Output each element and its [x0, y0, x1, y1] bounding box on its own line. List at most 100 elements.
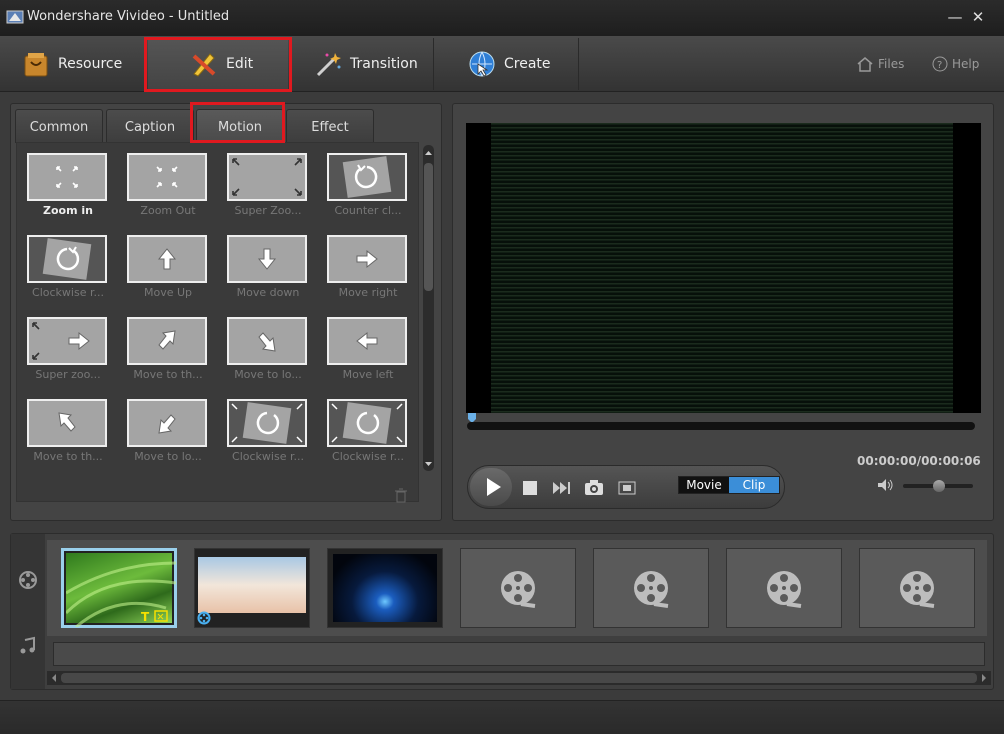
effect-clockwise-rotate-zoom[interactable]: Clockwise r...	[227, 399, 309, 463]
storyboard-horizontal-scrollbar[interactable]	[47, 671, 991, 685]
effect-label: Clockwise r...	[32, 286, 104, 299]
effect-move-left[interactable]: Move left	[327, 317, 409, 381]
preview-mode-toggle: Movie Clip	[678, 476, 780, 494]
tab-edit-label: Edit	[226, 56, 254, 72]
scroll-left-icon[interactable]	[49, 671, 59, 685]
effect-label: Move to lo...	[234, 368, 302, 381]
video-frame	[491, 123, 953, 413]
effect-thumbnail	[327, 235, 407, 283]
effect-move-up[interactable]: Move Up	[127, 235, 209, 299]
tab-transition[interactable]: Transition	[314, 38, 432, 90]
motion-effects-grid: Zoom in Zoom Out Super Zoo... Counter cl…	[16, 142, 419, 502]
effect-label: Zoom in	[43, 204, 93, 217]
effect-label: Counter cl...	[334, 204, 402, 217]
effect-thumbnail	[27, 399, 107, 447]
rotate-icon	[342, 156, 392, 198]
tab-resource[interactable]: Resource	[22, 38, 140, 90]
music-note-icon[interactable]	[18, 636, 38, 656]
corner-arrows-icon	[232, 158, 302, 196]
video-track: T	[47, 540, 987, 636]
empty-clip-slot[interactable]	[460, 548, 576, 628]
trash-icon[interactable]	[394, 487, 408, 503]
minimize-button[interactable]: —	[944, 6, 966, 28]
effect-move-to-lower-left[interactable]: Move to lo...	[127, 399, 209, 463]
subtab-motion[interactable]: Motion	[196, 109, 284, 143]
effect-thumbnail	[227, 235, 307, 283]
tab-create[interactable]: Create	[468, 38, 558, 90]
preview-timeline-slider[interactable]	[467, 422, 975, 430]
fullscreen-icon[interactable]	[618, 480, 636, 496]
film-reel-placeholder-icon	[634, 571, 669, 608]
volume-icon[interactable]	[877, 478, 895, 492]
clip-mode-button[interactable]: Clip	[729, 477, 779, 493]
arrow-right-icon	[356, 249, 378, 269]
clip-image	[198, 557, 306, 613]
effect-label: Move left	[342, 368, 394, 381]
effect-super-zoom[interactable]: Super Zoo...	[227, 153, 309, 217]
next-frame-icon[interactable]	[552, 480, 572, 496]
effect-thumbnail	[127, 235, 207, 283]
camera-icon[interactable]	[584, 479, 604, 496]
scroll-up-icon[interactable]	[423, 148, 434, 158]
subtab-caption[interactable]: Caption	[106, 109, 194, 143]
effect-zoom-out[interactable]: Zoom Out	[127, 153, 209, 217]
effects-scroll-thumb[interactable]	[424, 163, 433, 291]
app-logo-icon	[6, 10, 24, 24]
tab-edit[interactable]: Edit	[148, 38, 288, 90]
play-button[interactable]	[470, 468, 512, 506]
scroll-down-icon[interactable]	[423, 459, 434, 469]
stop-icon[interactable]	[522, 480, 538, 496]
transition-badge-icon	[197, 611, 211, 625]
timecode-display: 00:00:00/00:00:06	[857, 454, 981, 468]
play-icon	[487, 478, 501, 496]
effect-zoom-in[interactable]: Zoom in	[27, 153, 109, 217]
effect-clockwise-rotate-zoom-out[interactable]: Clockwise r...	[327, 399, 409, 463]
effect-label: Clockwise r...	[332, 450, 404, 463]
subtab-effect[interactable]: Effect	[286, 109, 374, 143]
effect-super-zoom-right[interactable]: Super zoo...	[27, 317, 109, 381]
empty-clip-slot[interactable]	[593, 548, 709, 628]
volume-slider[interactable]	[903, 480, 973, 492]
pencil-ruler-icon	[192, 53, 216, 77]
volume-slider-knob[interactable]	[933, 480, 945, 492]
preview-screen	[466, 123, 981, 413]
effect-thumbnail	[127, 317, 207, 365]
effect-label: Move right	[338, 286, 398, 299]
empty-clip-slot[interactable]	[859, 548, 975, 628]
effect-move-right[interactable]: Move right	[327, 235, 409, 299]
effect-label: Zoom Out	[140, 204, 196, 217]
clip-thumbnail-grass[interactable]: T	[61, 548, 177, 629]
audio-track[interactable]	[53, 642, 985, 666]
effect-move-to-top-right[interactable]: Move to th...	[127, 317, 209, 381]
effect-thumbnail	[27, 153, 107, 201]
empty-clip-slot[interactable]	[726, 548, 842, 628]
expand-arrows-icon	[56, 166, 78, 188]
close-button[interactable]: ✕	[967, 6, 989, 28]
effect-move-down[interactable]: Move down	[227, 235, 309, 299]
effect-clockwise-rotate[interactable]: Clockwise r...	[27, 235, 109, 299]
collapse-arrows-icon	[156, 166, 178, 188]
effect-thumbnail	[127, 399, 207, 447]
tab-transition-label: Transition	[350, 56, 418, 72]
effect-move-to-lower-right[interactable]: Move to lo...	[227, 317, 309, 381]
zoom-arrow-right-icon	[32, 322, 90, 360]
film-reel-placeholder-icon	[900, 571, 935, 608]
clip-thumbnail-blue-light[interactable]	[327, 548, 443, 628]
help-link[interactable]: ? Help	[932, 56, 979, 72]
scroll-right-icon[interactable]	[979, 671, 989, 685]
effect-thumbnail	[327, 399, 407, 447]
main-toolbar: Resource Edit Transition Create Files ? …	[0, 36, 1004, 92]
effects-scrollbar[interactable]	[423, 145, 434, 471]
film-reel-icon[interactable]	[18, 570, 38, 590]
storyboard-scroll-thumb[interactable]	[61, 673, 977, 683]
effect-counter-clockwise[interactable]: Counter cl...	[327, 153, 409, 217]
subtab-common[interactable]: Common	[15, 109, 103, 143]
effect-label: Move to lo...	[134, 450, 202, 463]
film-reel-placeholder-icon	[501, 571, 536, 608]
movie-mode-button[interactable]: Movie	[679, 477, 729, 493]
clip-thumbnail-desert[interactable]	[194, 548, 310, 628]
effect-move-to-top-left[interactable]: Move to th...	[27, 399, 109, 463]
files-link[interactable]: Files	[856, 56, 904, 72]
preview-panel: Movie Clip 00:00:00/00:00:06	[452, 103, 994, 521]
rotate-zoom-icon	[231, 402, 303, 444]
